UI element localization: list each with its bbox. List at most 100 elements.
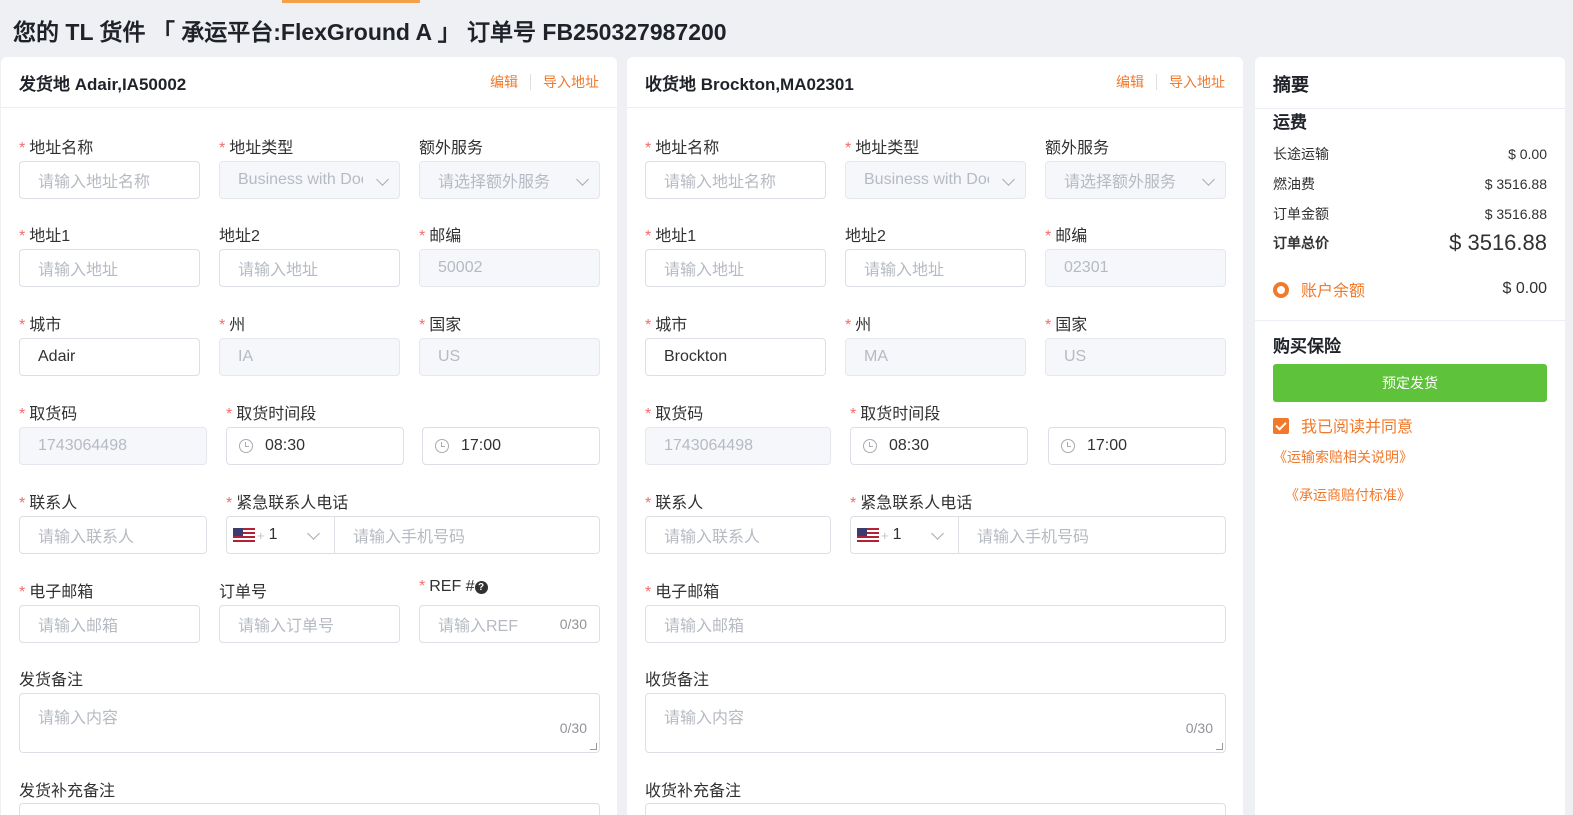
- summary-row-label: 燃油费: [1273, 176, 1315, 192]
- origin-extra-service-select[interactable]: 请选择额外服务: [419, 161, 600, 199]
- destination-phone-field: + 1 请输入手机号码: [850, 516, 1226, 554]
- destination-actions: 编辑 导入地址: [1116, 72, 1225, 92]
- origin-city-label: * 城市: [19, 317, 62, 334]
- destination-time-window-label: * 取货时间段: [850, 406, 941, 423]
- destination-state-label: * 州: [845, 317, 872, 334]
- destination-pickup-code-label: * 取货码: [645, 406, 704, 423]
- destination-phone-input[interactable]: 请输入手机号码: [959, 517, 1225, 553]
- destination-notes-label: 收货备注: [645, 672, 710, 689]
- origin-ref-label: * REF #?: [419, 578, 488, 596]
- summary-row-fuel: 燃油费 $ 3516.88: [1273, 174, 1547, 194]
- origin-address1-label: * 地址1: [19, 228, 71, 245]
- destination-address1-input[interactable]: 请输入地址: [645, 249, 826, 287]
- origin-address-name-input[interactable]: 请输入地址名称: [19, 161, 200, 199]
- destination-extra-service-select[interactable]: 请选择额外服务: [1045, 161, 1226, 199]
- divider: [1156, 74, 1157, 90]
- destination-panel: 收货地 Brockton,MA02301 编辑 导入地址 * 地址名称 请输入地址…: [627, 57, 1243, 815]
- agree-text: 我已阅读并同意: [1301, 419, 1414, 436]
- destination-edit-link[interactable]: 编辑: [1116, 72, 1144, 92]
- destination-state-input[interactable]: MA: [845, 338, 1026, 376]
- origin-zip-input[interactable]: 50002: [419, 249, 600, 287]
- origin-country-code-select[interactable]: + 1: [227, 517, 335, 553]
- origin-title: 发货地 Adair,IA50002: [19, 74, 187, 94]
- origin-extra-notes-input[interactable]: [19, 803, 600, 815]
- destination-city-label: * 城市: [645, 317, 688, 334]
- destination-country-code-select[interactable]: + 1: [851, 517, 959, 553]
- summary-row-value: $ 3516.88: [1484, 206, 1547, 222]
- origin-address-type-select[interactable]: Business with Doc: [219, 161, 400, 199]
- origin-country-input[interactable]: US: [419, 338, 600, 376]
- claims-policy-link[interactable]: 《运输索赔相关说明》: [1273, 447, 1413, 467]
- origin-time-end-value: 17:00: [461, 437, 502, 454]
- origin-notes-textarea[interactable]: 请输入内容 0/30: [19, 693, 600, 753]
- destination-time-start-input[interactable]: 08:30: [850, 427, 1028, 465]
- destination-panel-header: 收货地 Brockton,MA02301 编辑 导入地址: [627, 57, 1243, 108]
- destination-zip-input[interactable]: 02301: [1045, 249, 1226, 287]
- freight-heading: 运费: [1273, 113, 1307, 132]
- origin-notes-label: 发货备注: [19, 672, 84, 689]
- destination-time-end-value: 17:00: [1087, 437, 1128, 454]
- origin-time-start-input[interactable]: 08:30: [226, 427, 404, 465]
- origin-city-input[interactable]: Adair: [19, 338, 200, 376]
- origin-contact-input[interactable]: 请输入联系人: [19, 516, 207, 554]
- destination-address-name-input[interactable]: 请输入地址名称: [645, 161, 826, 199]
- origin-zip-label: * 邮编: [419, 228, 462, 245]
- agree-checkbox-row[interactable]: 我已阅读并同意: [1273, 413, 1413, 437]
- destination-time-end-input[interactable]: 17:00: [1048, 427, 1226, 465]
- origin-panel-header: 发货地 Adair,IA50002 编辑 导入地址: [1, 57, 617, 108]
- summary-row-long-haul: 长途运输 $ 0.00: [1273, 144, 1547, 164]
- summary-row-total: 订单总价 $ 3516.88: [1273, 230, 1547, 256]
- destination-email-label: * 电子邮箱: [645, 584, 720, 601]
- summary-row-label: 长途运输: [1273, 146, 1329, 162]
- help-icon[interactable]: ?: [474, 581, 488, 594]
- destination-contact-label: * 联系人: [645, 495, 704, 512]
- origin-contact-label: * 联系人: [19, 495, 78, 512]
- origin-email-input[interactable]: 请输入邮箱: [19, 605, 200, 643]
- destination-contact-input[interactable]: 请输入联系人: [645, 516, 831, 554]
- clock-icon: [239, 439, 253, 453]
- destination-import-address-link[interactable]: 导入地址: [1169, 72, 1225, 92]
- us-flag-icon: [233, 528, 255, 542]
- chevron-down-icon: [576, 173, 589, 186]
- origin-edit-link[interactable]: 编辑: [490, 72, 518, 92]
- destination-address-type-select[interactable]: Business with Doc: [845, 161, 1026, 199]
- origin-country-label: * 国家: [419, 317, 462, 334]
- insurance-heading: 购买保险: [1273, 337, 1341, 356]
- char-counter: 0/30: [1185, 720, 1213, 736]
- origin-address1-input[interactable]: 请输入地址: [19, 249, 200, 287]
- destination-country-label: * 国家: [1045, 317, 1088, 334]
- origin-time-start-value: 08:30: [265, 437, 306, 454]
- origin-address2-input[interactable]: 请输入地址: [219, 249, 400, 287]
- destination-notes-textarea[interactable]: 请输入内容 0/30: [645, 693, 1226, 753]
- checkbox-checked-icon[interactable]: [1273, 418, 1289, 434]
- origin-import-address-link[interactable]: 导入地址: [543, 72, 599, 92]
- destination-country-input[interactable]: US: [1045, 338, 1226, 376]
- page-title: 您的 TL 货件 「 承运平台:FlexGround A 」 订单号 FB250…: [13, 19, 727, 45]
- destination-time-start-value: 08:30: [889, 437, 930, 454]
- summary-row-value: $ 3516.88: [1484, 176, 1547, 192]
- summary-panel: 摘要 运费 长途运输 $ 0.00 燃油费 $ 3516.88 订单金额 $ 3516…: [1255, 57, 1565, 815]
- origin-pickup-code-input[interactable]: 1743064498: [19, 427, 207, 465]
- account-balance-option[interactable]: 账户余额 $ 0.00: [1273, 277, 1547, 301]
- destination-city-input[interactable]: Brockton: [645, 338, 826, 376]
- origin-state-input[interactable]: IA: [219, 338, 400, 376]
- origin-order-no-input[interactable]: 请输入订单号: [219, 605, 400, 643]
- radio-selected-icon[interactable]: [1273, 282, 1289, 298]
- resize-handle[interactable]: [1216, 743, 1223, 750]
- resize-handle[interactable]: [590, 743, 597, 750]
- destination-address-type-value: Business with Doc: [864, 171, 989, 188]
- destination-pickup-code-input[interactable]: 1743064498: [645, 427, 831, 465]
- origin-phone-input[interactable]: 请输入手机号码: [335, 517, 599, 553]
- book-shipment-button[interactable]: 预定发货: [1273, 364, 1547, 402]
- destination-email-input[interactable]: 请输入邮箱: [645, 605, 1226, 643]
- total-value: $ 3516.88: [1449, 230, 1547, 255]
- carrier-compensation-link[interactable]: 《承运商赔付标准》: [1285, 485, 1411, 505]
- origin-ref-input[interactable]: 请输入REF 0/30: [419, 605, 600, 643]
- destination-address2-input[interactable]: 请输入地址: [845, 249, 1026, 287]
- origin-time-end-input[interactable]: 17:00: [422, 427, 600, 465]
- destination-emergency-phone-label: * 紧急联系人电话: [850, 495, 973, 512]
- divider: [530, 74, 531, 90]
- destination-address-name-label: * 地址名称: [645, 140, 720, 157]
- destination-title: 收货地 Brockton,MA02301: [645, 74, 854, 94]
- destination-extra-notes-input[interactable]: [645, 803, 1226, 815]
